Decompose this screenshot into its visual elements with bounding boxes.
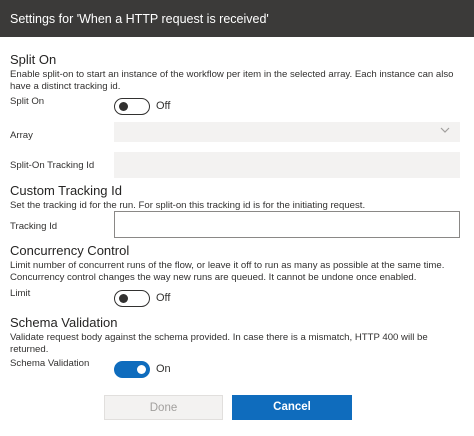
split-on-tracking-label: Split-On Tracking Id xyxy=(10,160,95,171)
chevron-down-icon xyxy=(440,127,450,133)
dialog-titlebar: Settings for 'When a HTTP request is rec… xyxy=(0,0,474,37)
done-button[interactable]: Done xyxy=(104,395,223,420)
schema-heading: Schema Validation xyxy=(10,315,118,330)
schema-toggle-state: On xyxy=(156,363,171,375)
split-on-heading: Split On xyxy=(10,52,57,67)
concurrency-heading: Concurrency Control xyxy=(10,243,130,258)
custom-tracking-heading: Custom Tracking Id xyxy=(10,183,122,198)
tracking-id-input[interactable] xyxy=(114,211,460,238)
cancel-button[interactable]: Cancel xyxy=(232,395,352,420)
concurrency-toggle-label: Limit xyxy=(10,288,31,299)
array-label: Array xyxy=(10,130,33,141)
split-on-toggle-state: Off xyxy=(156,100,171,112)
schema-toggle-label: Schema Validation xyxy=(10,358,90,369)
dialog-title: Settings for 'When a HTTP request is rec… xyxy=(10,12,269,26)
concurrency-description: Limit number of concurrent runs of the f… xyxy=(10,260,445,283)
schema-toggle[interactable] xyxy=(114,361,150,378)
concurrency-toggle-state: Off xyxy=(156,292,171,304)
toggle-knob xyxy=(137,364,146,374)
array-select[interactable] xyxy=(114,122,460,142)
split-on-toggle-label: Split On xyxy=(10,96,45,107)
split-on-tracking-input[interactable] xyxy=(114,152,460,178)
toggle-knob xyxy=(119,293,128,303)
split-on-description: Enable split-on to start an instance of … xyxy=(10,69,454,92)
tracking-id-label: Tracking Id xyxy=(10,221,58,232)
schema-description: Validate request body against the schema… xyxy=(10,332,428,355)
split-on-toggle[interactable] xyxy=(114,98,150,115)
toggle-knob xyxy=(119,101,128,111)
concurrency-toggle[interactable] xyxy=(114,290,150,307)
